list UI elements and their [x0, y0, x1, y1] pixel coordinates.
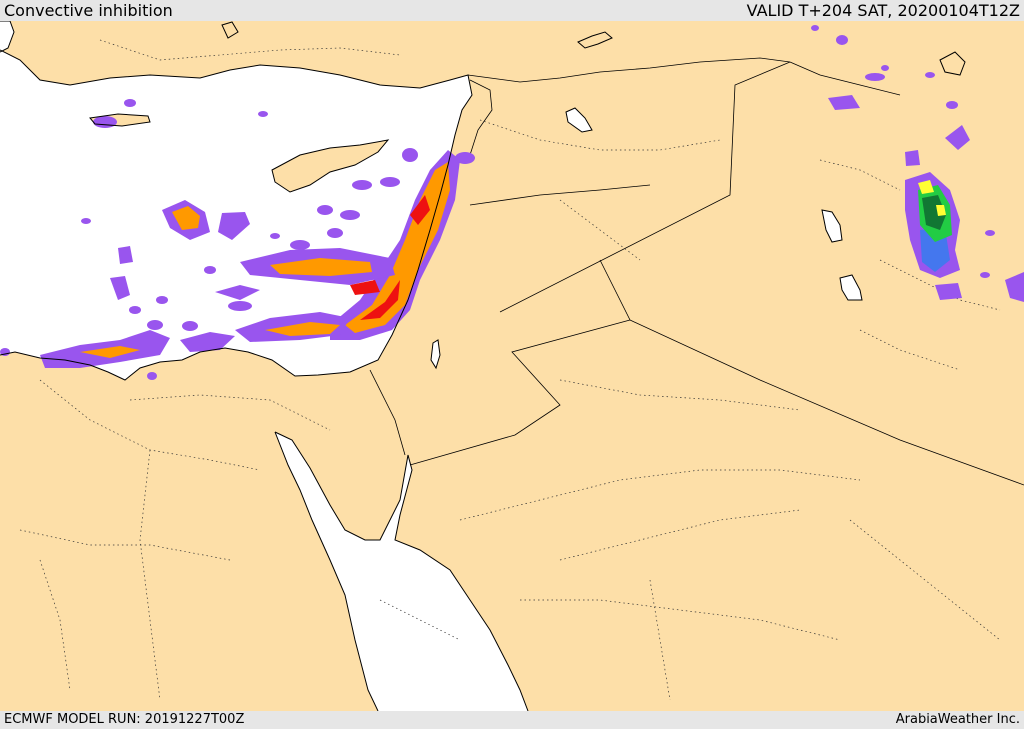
header-bar: Convective inhibition VALID T+204 SAT, 2… [0, 0, 1024, 21]
weather-map [0, 21, 1024, 711]
map-title: Convective inhibition [4, 1, 173, 20]
model-run: ECMWF MODEL RUN: 20191227T00Z [4, 712, 245, 727]
footer-bar: ECMWF MODEL RUN: 20191227T00Z ArabiaWeat… [0, 711, 1024, 729]
credit: ArabiaWeather Inc. [895, 712, 1020, 727]
valid-time: VALID T+204 SAT, 20200104T12Z [746, 1, 1020, 20]
